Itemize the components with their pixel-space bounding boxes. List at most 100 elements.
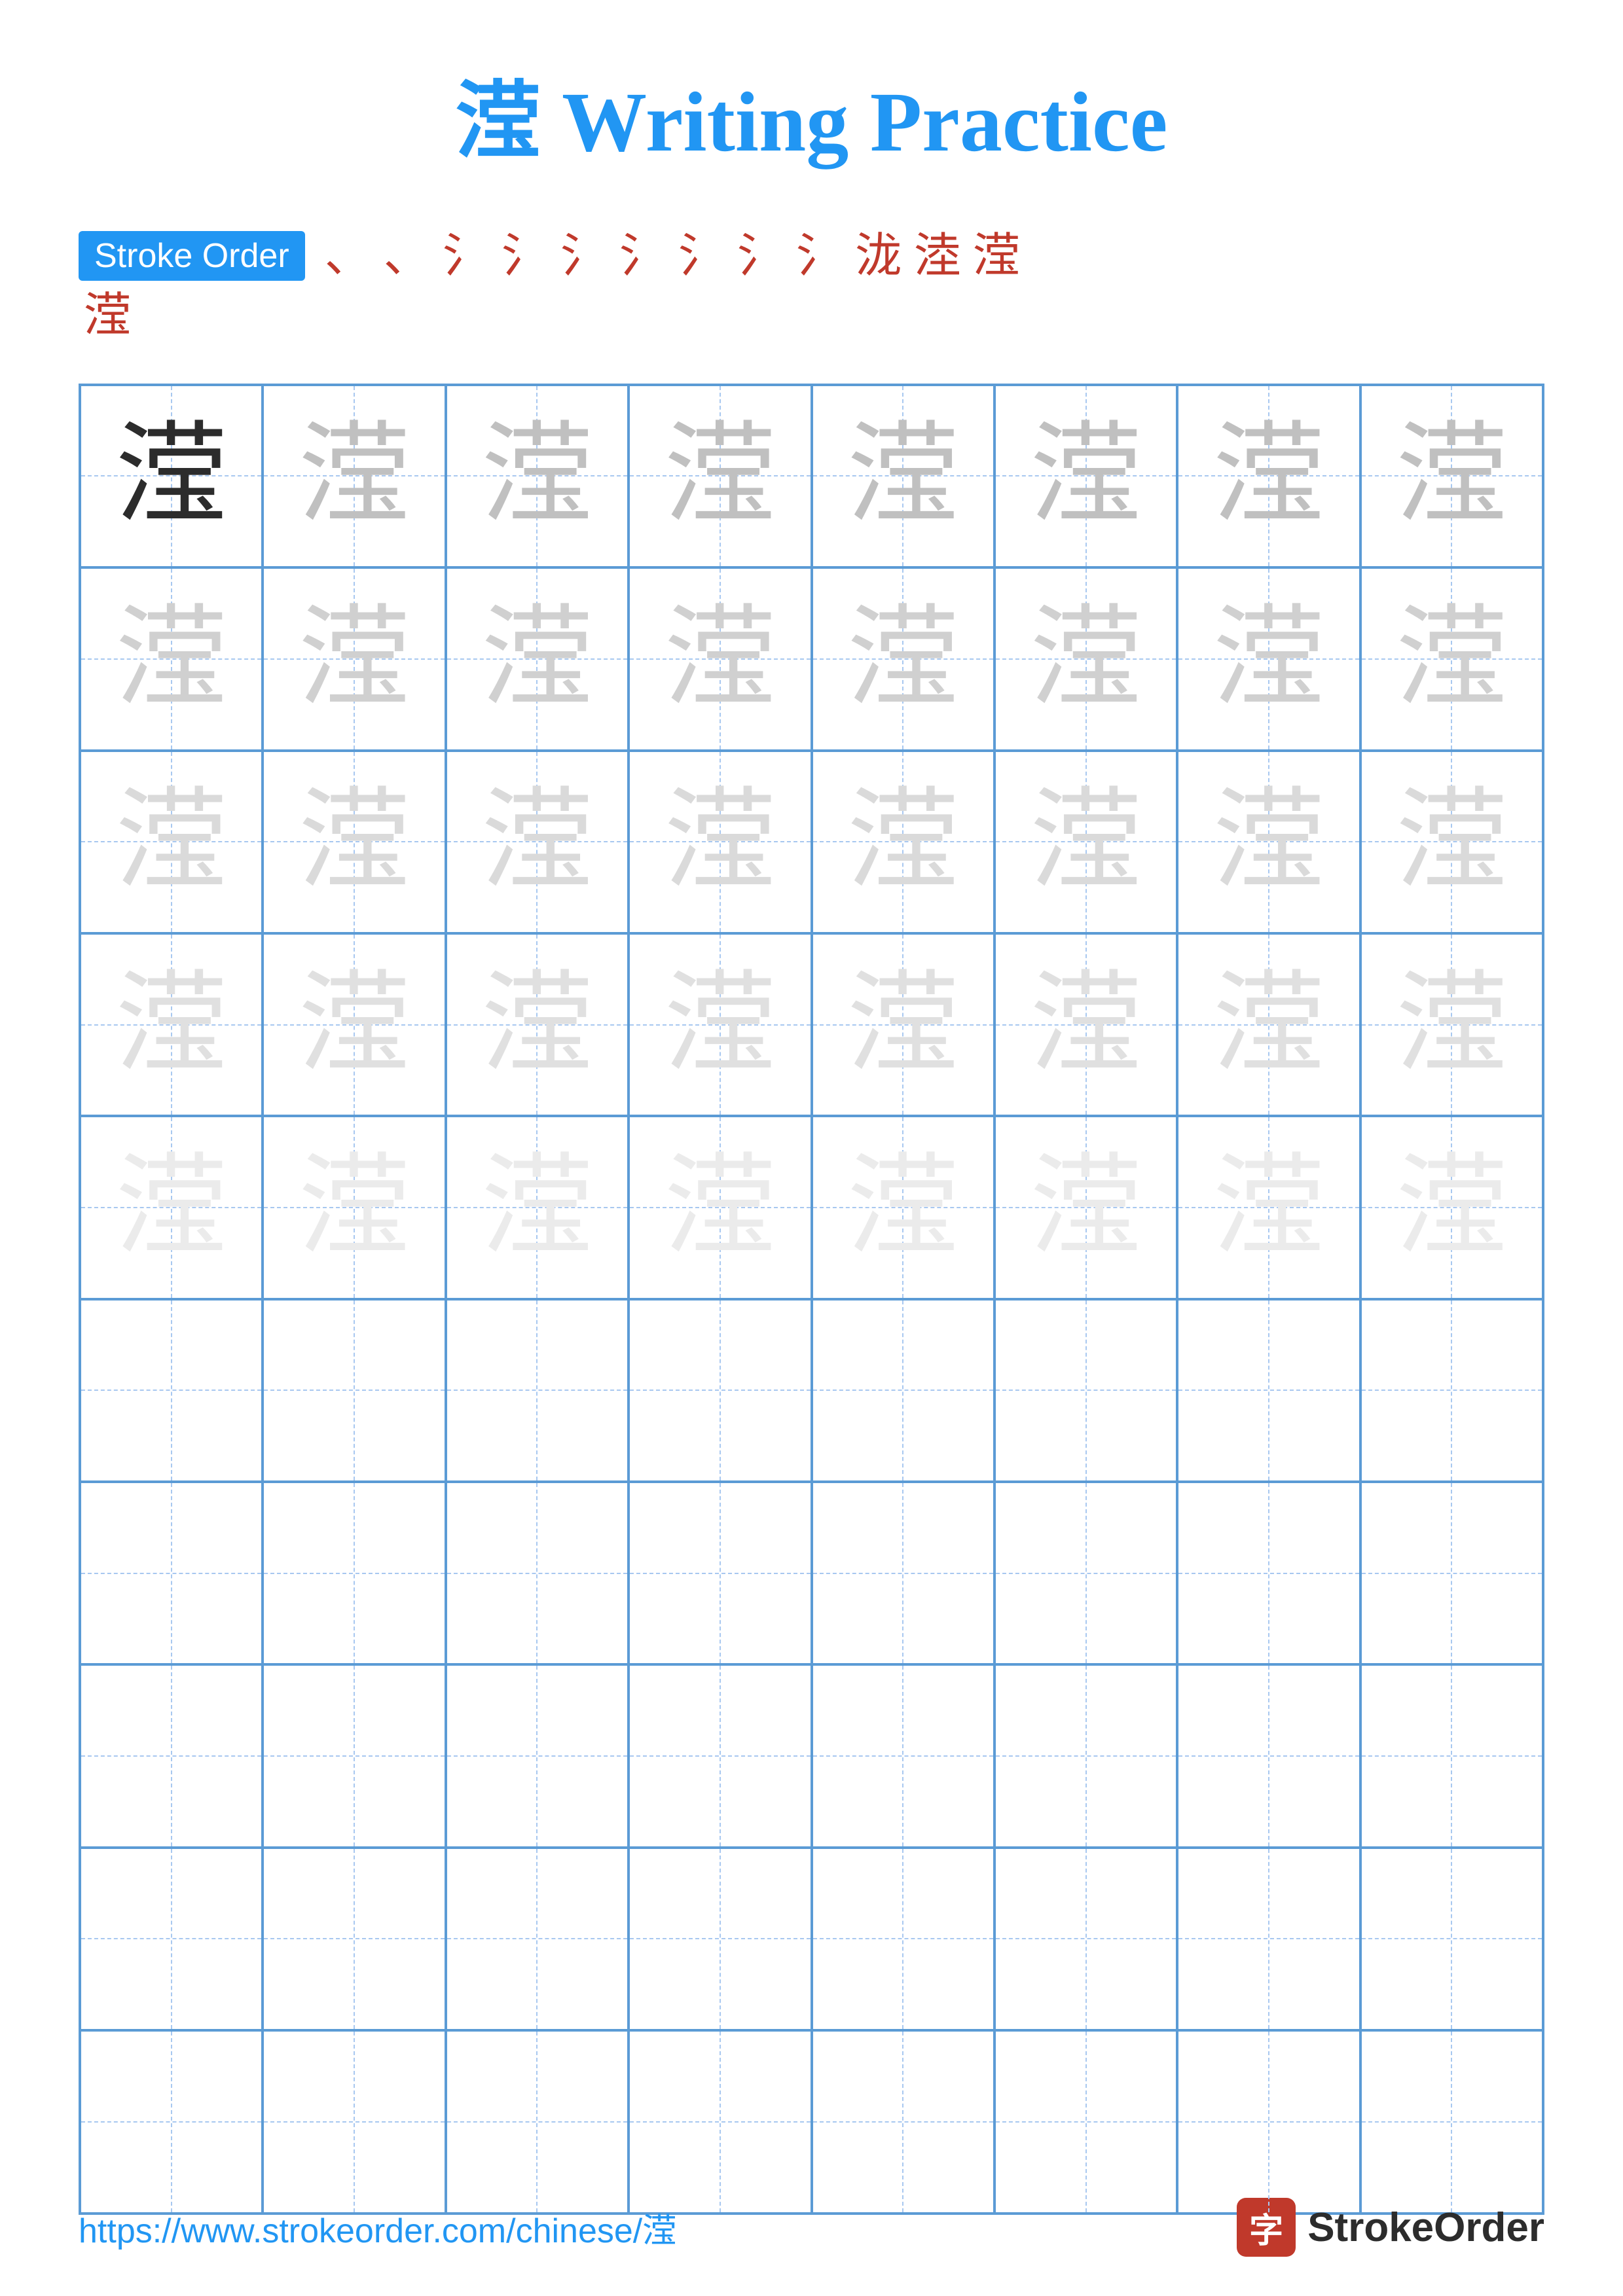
- grid-cell-10-2[interactable]: [263, 2030, 445, 2213]
- grid-cell-4-4[interactable]: 滢: [629, 933, 811, 1116]
- footer-brand-name: StrokeOrder: [1307, 2204, 1544, 2251]
- grid-cell-3-7[interactable]: 滢: [1177, 751, 1360, 933]
- grid-cell-3-1[interactable]: 滢: [80, 751, 263, 933]
- grid-cell-7-8[interactable]: [1360, 1482, 1543, 1664]
- grid-cell-5-8[interactable]: 滢: [1360, 1116, 1543, 1299]
- grid-cell-9-5[interactable]: [812, 1848, 994, 2030]
- grid-cell-9-3[interactable]: [446, 1848, 629, 2030]
- grid-cell-1-3[interactable]: 滢: [446, 385, 629, 567]
- grid-cell-3-6[interactable]: 滢: [994, 751, 1177, 933]
- grid-cell-8-1[interactable]: [80, 1664, 263, 1847]
- grid-cell-3-2[interactable]: 滢: [263, 751, 445, 933]
- grid-cell-4-1[interactable]: 滢: [80, 933, 263, 1116]
- footer-logo-char: 字: [1249, 2203, 1283, 2252]
- grid-cell-8-6[interactable]: [994, 1664, 1177, 1847]
- char-light3: 滢: [847, 786, 958, 897]
- char-light3: 滢: [665, 786, 776, 897]
- grid-cell-3-3[interactable]: 滢: [446, 751, 629, 933]
- grid-cell-7-1[interactable]: [80, 1482, 263, 1664]
- grid-cell-10-8[interactable]: [1360, 2030, 1543, 2213]
- grid-cell-10-5[interactable]: [812, 2030, 994, 2213]
- grid-cell-8-3[interactable]: [446, 1664, 629, 1847]
- page-title: 滢 Writing Practice: [79, 52, 1544, 175]
- grid-cell-5-3[interactable]: 滢: [446, 1116, 629, 1299]
- grid-cell-1-4[interactable]: 滢: [629, 385, 811, 567]
- stroke-s3: 氵: [443, 228, 490, 284]
- grid-cell-6-6[interactable]: [994, 1299, 1177, 1482]
- grid-cell-9-1[interactable]: [80, 1848, 263, 2030]
- grid-cell-7-3[interactable]: [446, 1482, 629, 1664]
- grid-cell-1-6[interactable]: 滢: [994, 385, 1177, 567]
- stroke-final: 滢: [84, 287, 131, 344]
- grid-cell-6-7[interactable]: [1177, 1299, 1360, 1482]
- stroke-sequence: 、 、 氵 氵 氵 氵 氵 氵 氵 泷 淕 滢: [325, 228, 1544, 284]
- grid-cell-5-2[interactable]: 滢: [263, 1116, 445, 1299]
- char-light4: 滢: [116, 969, 227, 1081]
- grid-cell-1-7[interactable]: 滢: [1177, 385, 1360, 567]
- grid-cell-10-1[interactable]: [80, 2030, 263, 2213]
- grid-cell-9-4[interactable]: [629, 1848, 811, 2030]
- grid-cell-5-5[interactable]: 滢: [812, 1116, 994, 1299]
- stroke-s7: 氵: [678, 228, 725, 284]
- grid-row-7: [80, 1482, 1543, 1664]
- char-lightest: 滢: [481, 1152, 593, 1263]
- grid-cell-4-2[interactable]: 滢: [263, 933, 445, 1116]
- grid-cell-8-4[interactable]: [629, 1664, 811, 1847]
- char-light3: 滢: [1213, 786, 1324, 897]
- grid-cell-3-4[interactable]: 滢: [629, 751, 811, 933]
- grid-cell-6-8[interactable]: [1360, 1299, 1543, 1482]
- grid-cell-4-6[interactable]: 滢: [994, 933, 1177, 1116]
- grid-cell-2-8[interactable]: 滢: [1360, 567, 1543, 750]
- grid-cell-9-6[interactable]: [994, 1848, 1177, 2030]
- grid-cell-9-8[interactable]: [1360, 1848, 1543, 2030]
- grid-cell-6-3[interactable]: [446, 1299, 629, 1482]
- grid-cell-9-2[interactable]: [263, 1848, 445, 2030]
- grid-cell-2-3[interactable]: 滢: [446, 567, 629, 750]
- grid-cell-10-3[interactable]: [446, 2030, 629, 2213]
- grid-cell-10-7[interactable]: [1177, 2030, 1360, 2213]
- grid-cell-1-5[interactable]: 滢: [812, 385, 994, 567]
- footer-url-link[interactable]: https://www.strokeorder.com/chinese/滢: [79, 2203, 676, 2252]
- grid-cell-4-8[interactable]: 滢: [1360, 933, 1543, 1116]
- grid-cell-5-6[interactable]: 滢: [994, 1116, 1177, 1299]
- grid-cell-3-5[interactable]: 滢: [812, 751, 994, 933]
- grid-cell-1-1[interactable]: 滢: [80, 385, 263, 567]
- grid-cell-7-6[interactable]: [994, 1482, 1177, 1664]
- grid-cell-5-1[interactable]: 滢: [80, 1116, 263, 1299]
- grid-cell-4-3[interactable]: 滢: [446, 933, 629, 1116]
- grid-cell-7-5[interactable]: [812, 1482, 994, 1664]
- grid-cell-2-7[interactable]: 滢: [1177, 567, 1360, 750]
- grid-cell-2-6[interactable]: 滢: [994, 567, 1177, 750]
- grid-cell-8-2[interactable]: [263, 1664, 445, 1847]
- grid-cell-2-4[interactable]: 滢: [629, 567, 811, 750]
- grid-cell-2-5[interactable]: 滢: [812, 567, 994, 750]
- grid-cell-1-2[interactable]: 滢: [263, 385, 445, 567]
- grid-cell-5-4[interactable]: 滢: [629, 1116, 811, 1299]
- grid-cell-7-7[interactable]: [1177, 1482, 1360, 1664]
- stroke-order-badge: Stroke Order: [79, 231, 305, 281]
- grid-cell-2-1[interactable]: 滢: [80, 567, 263, 750]
- grid-cell-5-7[interactable]: 滢: [1177, 1116, 1360, 1299]
- practice-grid: 滢 滢 滢 滢 滢 滢 滢 滢: [79, 384, 1544, 2215]
- char-light3: 滢: [116, 786, 227, 897]
- char-light4: 滢: [847, 969, 958, 1081]
- grid-cell-2-2[interactable]: 滢: [263, 567, 445, 750]
- char-lightest: 滢: [116, 1152, 227, 1263]
- char-light3: 滢: [1030, 786, 1142, 897]
- grid-cell-6-5[interactable]: [812, 1299, 994, 1482]
- grid-cell-6-4[interactable]: [629, 1299, 811, 1482]
- grid-cell-4-5[interactable]: 滢: [812, 933, 994, 1116]
- grid-cell-9-7[interactable]: [1177, 1848, 1360, 2030]
- grid-cell-8-8[interactable]: [1360, 1664, 1543, 1847]
- grid-cell-1-8[interactable]: 滢: [1360, 385, 1543, 567]
- grid-cell-6-1[interactable]: [80, 1299, 263, 1482]
- grid-cell-4-7[interactable]: 滢: [1177, 933, 1360, 1116]
- grid-cell-10-6[interactable]: [994, 2030, 1177, 2213]
- grid-cell-8-7[interactable]: [1177, 1664, 1360, 1847]
- grid-cell-7-4[interactable]: [629, 1482, 811, 1664]
- grid-cell-10-4[interactable]: [629, 2030, 811, 2213]
- grid-cell-3-8[interactable]: 滢: [1360, 751, 1543, 933]
- grid-cell-7-2[interactable]: [263, 1482, 445, 1664]
- grid-cell-6-2[interactable]: [263, 1299, 445, 1482]
- grid-cell-8-5[interactable]: [812, 1664, 994, 1847]
